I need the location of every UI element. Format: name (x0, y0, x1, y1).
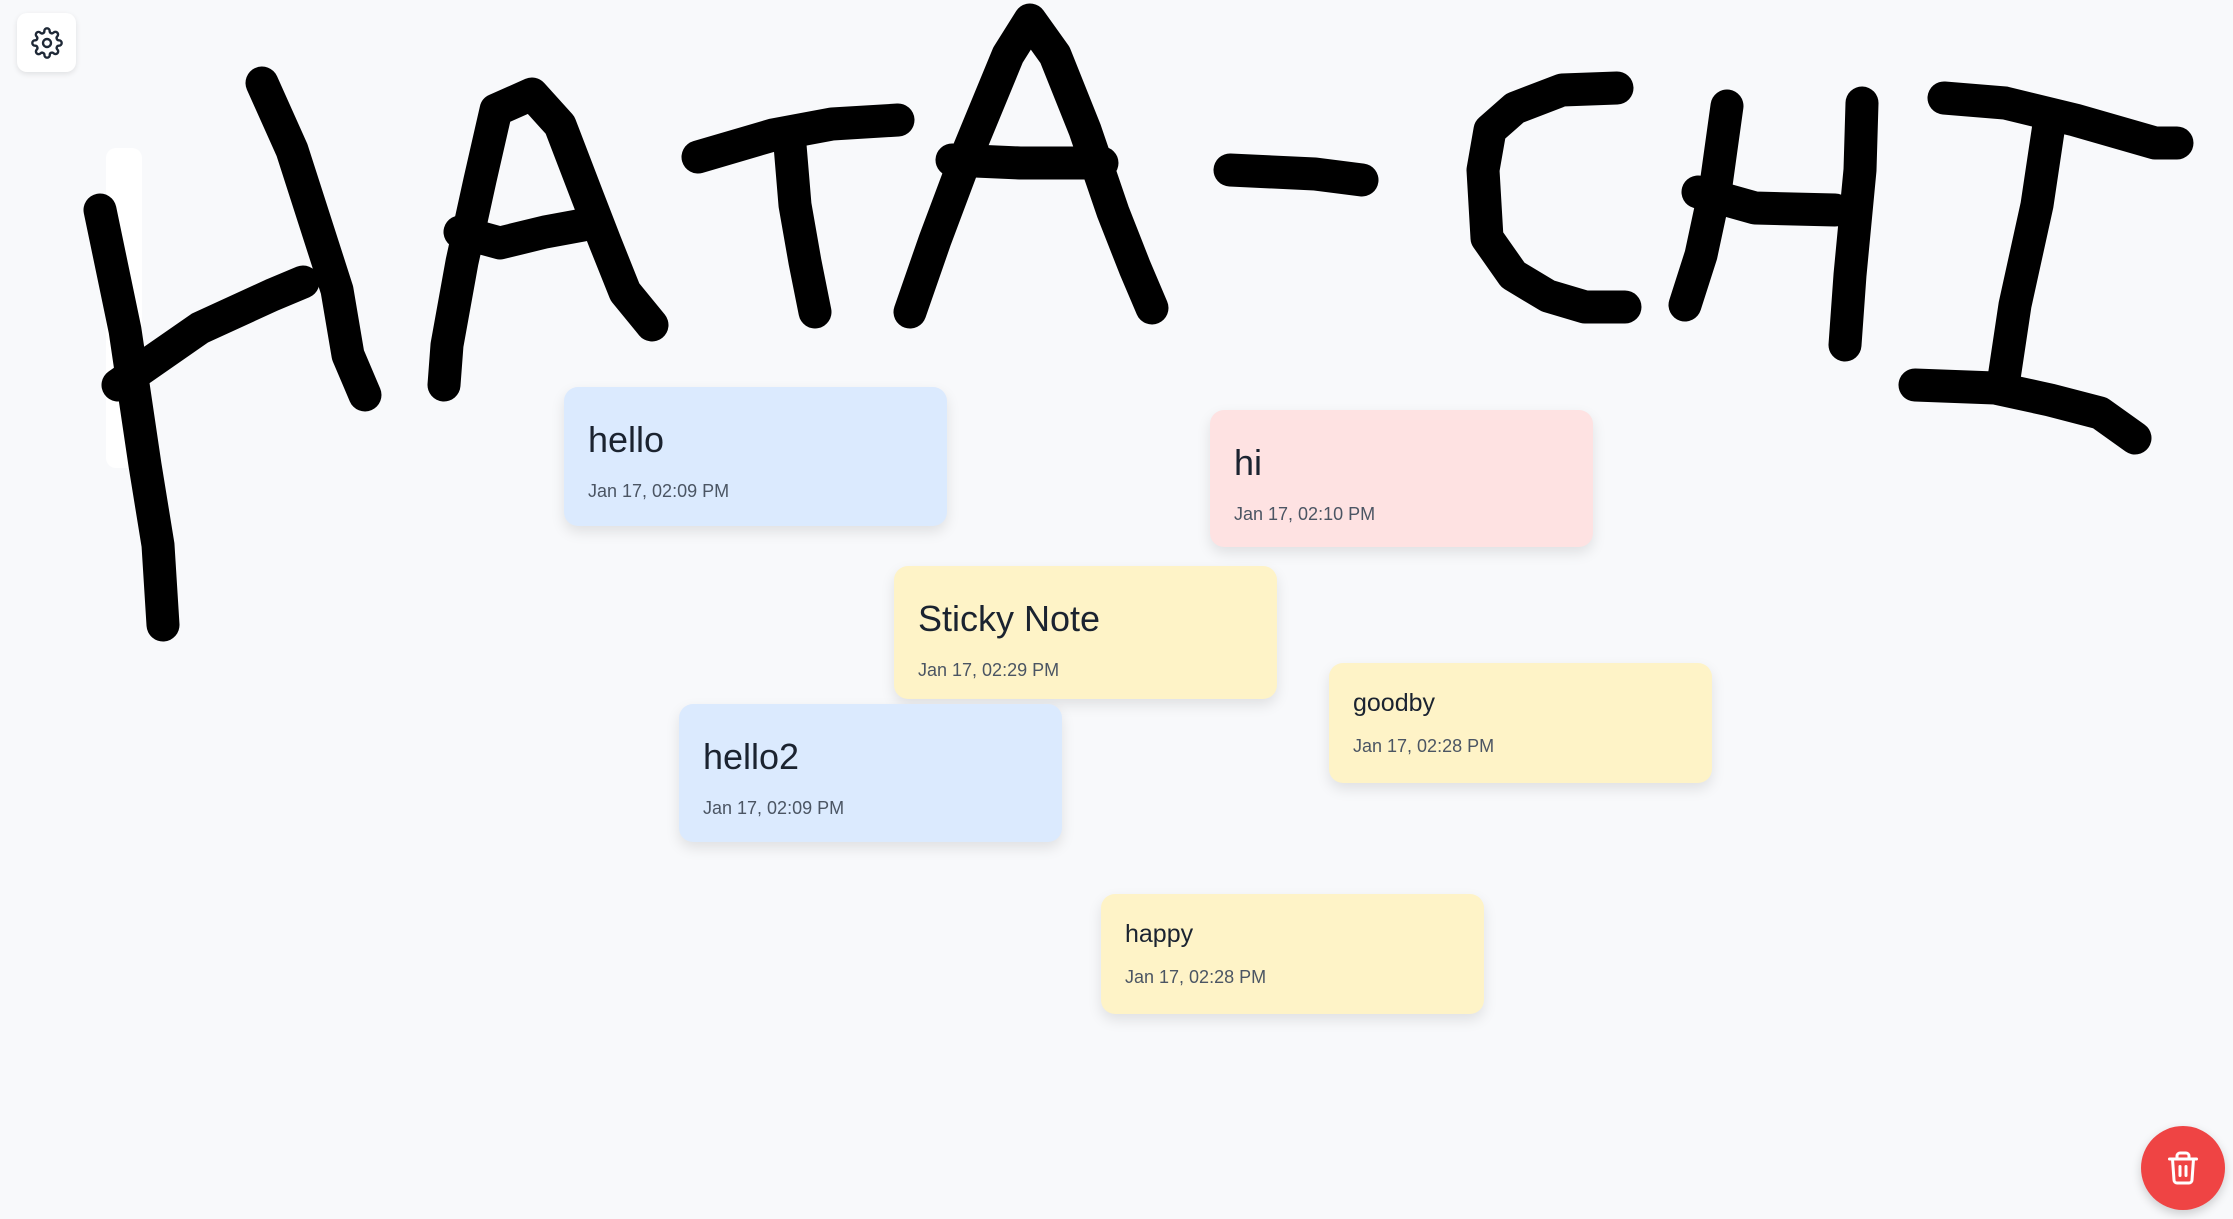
settings-button[interactable] (17, 13, 76, 72)
stroke-t-stem (773, 128, 832, 329)
note-timestamp: Jan 17, 02:28 PM (1125, 967, 1267, 987)
gear-icon (30, 26, 63, 59)
note-timestamp: Jan 17, 02:28 PM (1353, 736, 1495, 756)
sticky-note[interactable]: hi Jan 17, 02:10 PM (1210, 410, 1593, 547)
note-title: hi (1234, 442, 1263, 483)
stroke-a1-bar (443, 208, 600, 260)
stroke-dash (1213, 153, 1379, 197)
sticky-note[interactable]: happy Jan 17, 02:28 PM (1101, 894, 1484, 1014)
stroke-a2-bar (935, 143, 1119, 180)
drawing-canvas[interactable]: hello Jan 17, 02:09 PM hi Jan 17, 02:10 … (0, 0, 2233, 1219)
note-title: happy (1125, 920, 1194, 948)
stroke-i-top (1927, 81, 2194, 160)
note-title: goodby (1353, 689, 1436, 717)
note-timestamp: Jan 17, 02:10 PM (1234, 504, 1376, 524)
stroke-h2-bar (1681, 175, 1852, 227)
note-timestamp: Jan 17, 02:09 PM (703, 798, 845, 818)
stroke-t-top (681, 103, 915, 174)
stroke-h2-left (1668, 89, 1744, 322)
sticky-note[interactable]: Sticky Note Jan 17, 02:29 PM (894, 566, 1277, 699)
note-title: Sticky Note (918, 598, 1101, 639)
stroke-a2 (893, 3, 1169, 329)
stroke-i-bottom (1898, 368, 2152, 455)
stroke-h2-right (1828, 86, 1879, 362)
sticky-note[interactable]: hello2 Jan 17, 02:09 PM (679, 704, 1062, 842)
trash-icon (2168, 1151, 2198, 1185)
stroke-a1 (427, 77, 669, 402)
faint-stroke (106, 148, 142, 468)
note-timestamp: Jan 17, 02:29 PM (918, 660, 1060, 680)
stroke-h-bar (101, 265, 320, 402)
stroke-i-stem (1986, 101, 2067, 402)
stroke-h-right (245, 66, 382, 412)
note-title: hello (588, 419, 665, 460)
sticky-note[interactable]: goodby Jan 17, 02:28 PM (1329, 663, 1712, 783)
sticky-note[interactable]: hello Jan 17, 02:09 PM (564, 387, 947, 526)
stroke-c (1466, 71, 1642, 324)
clear-canvas-button[interactable] (2141, 1126, 2225, 1210)
note-timestamp: Jan 17, 02:09 PM (588, 481, 730, 501)
note-title: hello2 (703, 736, 800, 777)
